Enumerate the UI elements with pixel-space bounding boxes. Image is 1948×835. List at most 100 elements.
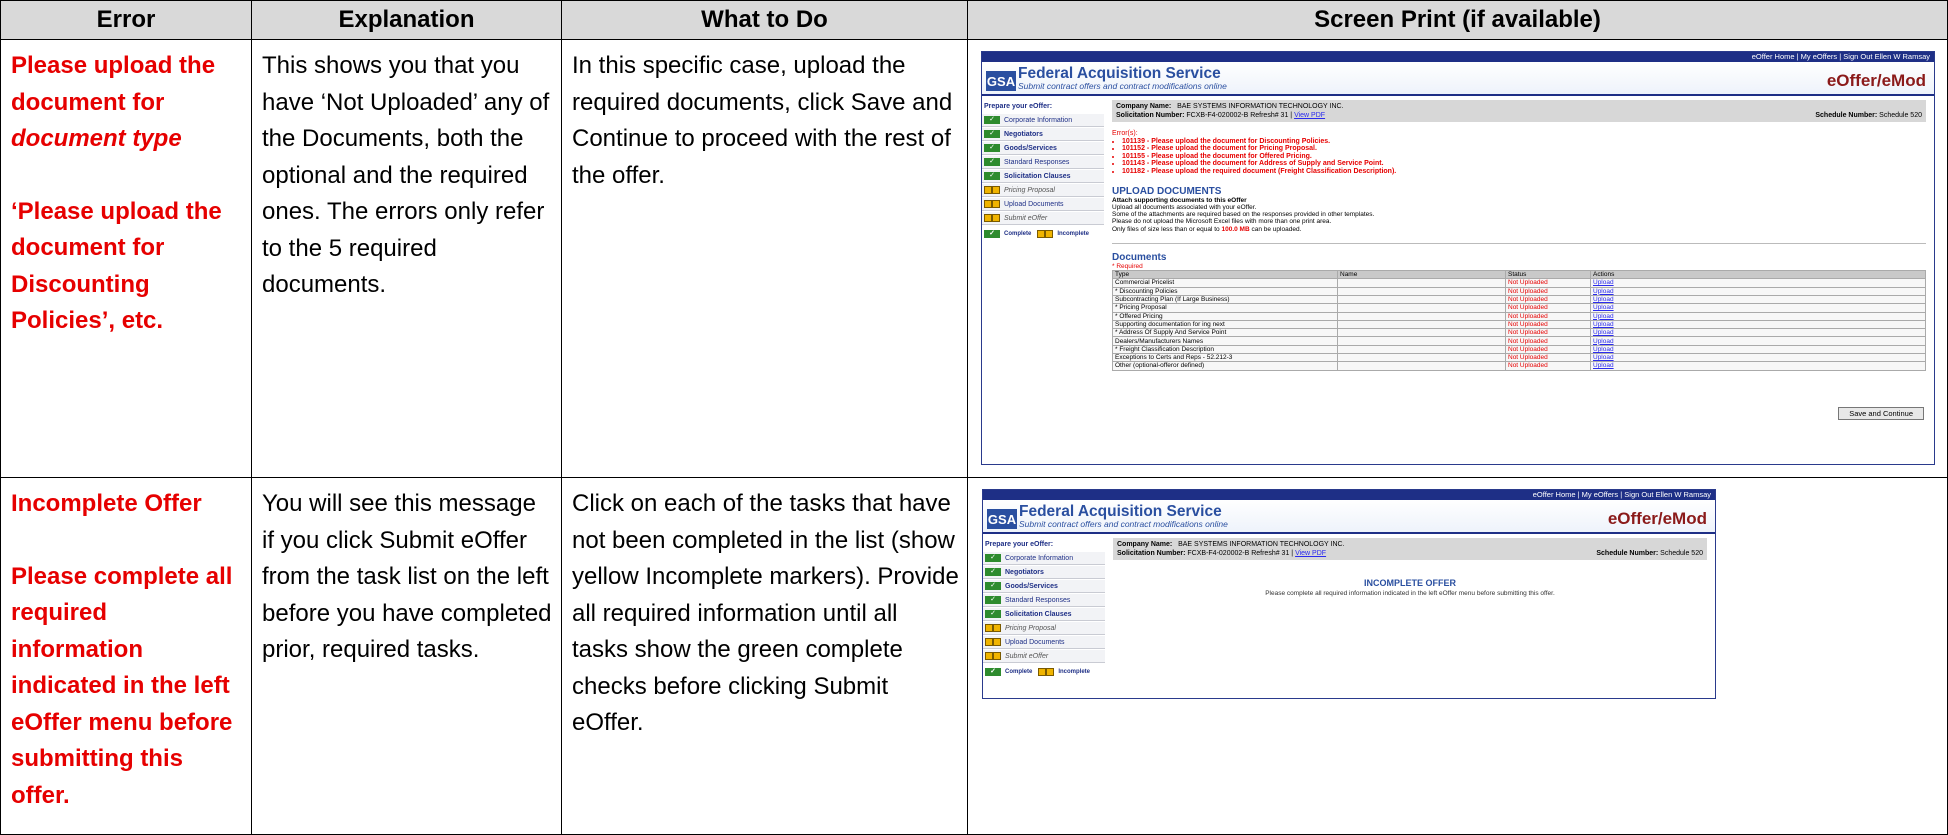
incomplete-offer-title: INCOMPLETE OFFER bbox=[1364, 578, 1456, 588]
upload-link[interactable]: Upload bbox=[1590, 278, 1926, 288]
doc-name bbox=[1337, 361, 1506, 371]
row2-error-line2: Please complete all required information… bbox=[11, 562, 233, 809]
task-list: Prepare your eOffer: ✓ Corporate Informat… bbox=[982, 100, 1104, 238]
app-title: Federal Acquisition Service bbox=[1019, 502, 1222, 520]
header-screen-print: Screen Print (if available) bbox=[968, 0, 1948, 40]
legend: ✓ Complete Incomplete bbox=[983, 668, 1105, 676]
main-panel: Company Name: BAE SYSTEMS INFORMATION TE… bbox=[1113, 538, 1707, 597]
incomplete-icon bbox=[985, 624, 1001, 632]
table-row: * Freight Classification Description Not … bbox=[1112, 344, 1926, 355]
check-icon: ✓ bbox=[984, 130, 1000, 138]
upload-link[interactable]: Upload bbox=[1590, 286, 1926, 296]
brand-label: eOffer/eMod bbox=[1826, 71, 1926, 90]
doc-status: Not Uploaded bbox=[1505, 352, 1591, 363]
offer-info: Company Name: BAE SYSTEMS INFORMATION TE… bbox=[1112, 100, 1926, 122]
doc-name bbox=[1337, 294, 1506, 305]
table-row: * Pricing Proposal Not Uploaded Upload bbox=[1112, 303, 1926, 313]
check-icon: ✓ bbox=[984, 158, 1000, 166]
documents-table: Type Name Status Actions Commercial Pric… bbox=[1112, 270, 1926, 371]
doc-status: Not Uploaded bbox=[1505, 336, 1591, 346]
incomplete-offer-message: Please complete all required information… bbox=[1265, 590, 1555, 597]
doc-name bbox=[1337, 311, 1506, 321]
task-negotiators[interactable]: ✓ Negotiators bbox=[982, 128, 1104, 141]
upload-link[interactable]: Upload bbox=[1590, 328, 1926, 338]
save-and-continue-button[interactable]: Save and Continue bbox=[1838, 407, 1924, 420]
doc-name bbox=[1337, 286, 1506, 296]
task-negotiators[interactable]: ✓ Negotiators bbox=[983, 566, 1105, 579]
task-solicitation-clauses[interactable]: ✓ Solicitation Clauses bbox=[982, 170, 1104, 183]
table-row: Commercial Pricelist Not Uploaded Upload bbox=[1112, 278, 1926, 288]
doc-type: Supporting documentation for ing next bbox=[1112, 319, 1338, 330]
doc-type: * Pricing Proposal bbox=[1112, 303, 1338, 313]
task-corporate-information[interactable]: ✓ Corporate Information bbox=[982, 114, 1104, 127]
row1-error-line2: ‘Please upload the document for Discount… bbox=[11, 197, 222, 335]
task-standard-responses[interactable]: ✓ Standard Responses bbox=[982, 156, 1104, 169]
check-icon: ✓ bbox=[985, 582, 1001, 590]
doc-status: Not Uploaded bbox=[1505, 278, 1591, 288]
table-row: Subcontracting Plan (If Large Business) N… bbox=[1112, 294, 1926, 305]
row1-error-italic: document type bbox=[11, 125, 182, 152]
view-pdf-link[interactable]: View PDF bbox=[1294, 112, 1325, 119]
incomplete-icon bbox=[1037, 230, 1054, 238]
prepare-label: Prepare your eOffer: bbox=[985, 541, 1054, 548]
error-table: Error Explanation What to Do Screen Prin… bbox=[0, 0, 1948, 835]
check-icon: ✓ bbox=[985, 668, 1001, 676]
doc-type: Other (optional-offeror defined) bbox=[1112, 361, 1338, 371]
incomplete-icon bbox=[985, 638, 1001, 646]
doc-name bbox=[1337, 278, 1506, 288]
incomplete-icon bbox=[984, 214, 1000, 222]
upload-link[interactable]: Upload bbox=[1590, 319, 1926, 330]
table-row: * Discounting Policies Not Uploaded Upload bbox=[1112, 286, 1926, 296]
task-submit-eoffer[interactable]: Submit eOffer bbox=[982, 212, 1104, 225]
header-what-to-do: What to Do bbox=[562, 0, 968, 40]
task-pricing-proposal[interactable]: Pricing Proposal bbox=[983, 622, 1105, 635]
doc-status: Not Uploaded bbox=[1505, 294, 1591, 305]
upload-link[interactable]: Upload bbox=[1590, 294, 1926, 305]
row1-explanation: This shows you that you have ‘Not Upload… bbox=[252, 40, 562, 478]
gsa-logo: GSA bbox=[987, 509, 1017, 529]
top-links[interactable]: eOffer Home | My eOffers | Sign Out Elle… bbox=[983, 490, 1715, 500]
task-goods-services[interactable]: ✓ Goods/Services bbox=[983, 580, 1105, 593]
app-title: Federal Acquisition Service bbox=[1018, 64, 1221, 82]
task-corporate-information[interactable]: ✓ Corporate Information bbox=[983, 552, 1105, 565]
incomplete-offer-screenshot: eOffer Home | My eOffers | Sign Out Elle… bbox=[982, 489, 1716, 699]
upload-title: UPLOAD DOCUMENTS bbox=[1112, 185, 1222, 197]
app-subtitle: Submit contract offers and contract modi… bbox=[1018, 80, 1227, 91]
upload-link[interactable]: Upload bbox=[1590, 361, 1926, 371]
main-panel: Company Name: BAE SYSTEMS INFORMATION TE… bbox=[1112, 100, 1926, 420]
check-icon: ✓ bbox=[985, 610, 1001, 618]
check-icon: ✓ bbox=[985, 596, 1001, 604]
task-upload-documents[interactable]: Upload Documents bbox=[982, 198, 1104, 211]
table-row: Exceptions to Certs and Reps - 52.212-3 N… bbox=[1112, 352, 1926, 363]
view-pdf-link[interactable]: View PDF bbox=[1295, 550, 1326, 557]
doc-type: Subcontracting Plan (If Large Business) bbox=[1112, 294, 1338, 305]
offer-info: Company Name: BAE SYSTEMS INFORMATION TE… bbox=[1113, 538, 1707, 560]
row1-error: Please upload the document for document … bbox=[0, 40, 252, 478]
check-icon: ✓ bbox=[985, 568, 1001, 576]
table-row: Dealers/Manufacturers Names Not Uploaded U… bbox=[1112, 336, 1926, 346]
upload-link[interactable]: Upload bbox=[1590, 336, 1926, 346]
row2-explanation: You will see this message if you click S… bbox=[252, 478, 562, 835]
task-standard-responses[interactable]: ✓ Standard Responses bbox=[983, 594, 1105, 607]
task-pricing-proposal[interactable]: Pricing Proposal bbox=[982, 184, 1104, 197]
task-goods-services[interactable]: ✓ Goods/Services bbox=[982, 142, 1104, 155]
upload-link[interactable]: Upload bbox=[1590, 352, 1926, 363]
upload-link[interactable]: Upload bbox=[1590, 344, 1926, 355]
doc-name bbox=[1337, 319, 1506, 330]
doc-name bbox=[1337, 336, 1506, 346]
table-row: Supporting documentation for ing next Not… bbox=[1112, 319, 1926, 330]
incomplete-icon bbox=[985, 652, 1001, 660]
upload-link[interactable]: Upload bbox=[1590, 311, 1926, 321]
check-icon: ✓ bbox=[984, 172, 1000, 180]
upload-documents-screenshot: eOffer Home | My eOffers | Sign Out Elle… bbox=[981, 51, 1935, 465]
row2-what-to-do: Click on each of the tasks that have not… bbox=[562, 478, 968, 835]
upload-link[interactable]: Upload bbox=[1590, 303, 1926, 313]
doc-status: Not Uploaded bbox=[1505, 311, 1591, 321]
task-solicitation-clauses[interactable]: ✓ Solicitation Clauses bbox=[983, 608, 1105, 621]
doc-status: Not Uploaded bbox=[1505, 328, 1591, 338]
task-submit-eoffer[interactable]: Submit eOffer bbox=[983, 650, 1105, 663]
doc-name bbox=[1337, 344, 1506, 355]
task-upload-documents[interactable]: Upload Documents bbox=[983, 636, 1105, 649]
top-links[interactable]: eOffer Home | My eOffers | Sign Out Elle… bbox=[982, 52, 1934, 62]
table-row: Other (optional-offeror defined) Not Uplo… bbox=[1112, 361, 1926, 371]
